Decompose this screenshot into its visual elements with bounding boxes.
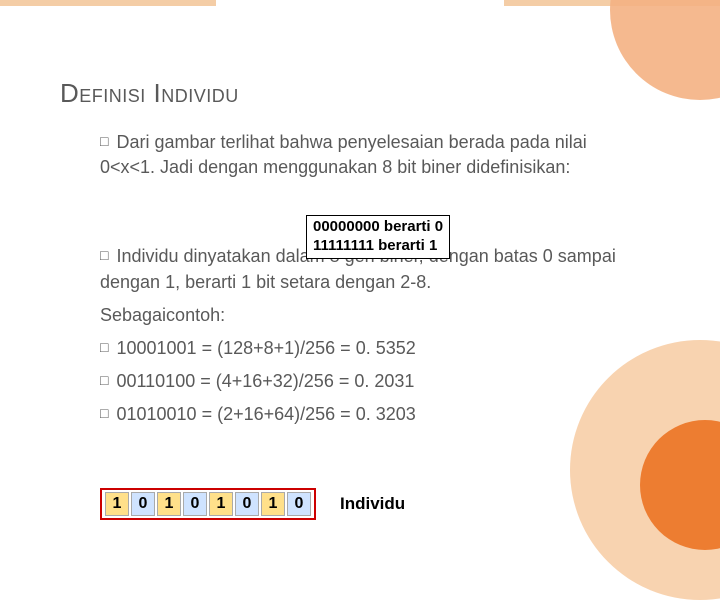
individu-figure: 1 0 1 0 1 0 1 0 Individu [100,488,405,520]
bit-cell: 1 [261,492,285,516]
bit-cell: 1 [209,492,233,516]
bit-cell: 0 [235,492,259,516]
paragraph-1: Dari gambar terlihat bahwa penyelesaian … [100,130,630,180]
berarti-line-2: 11111111 berarti 1 [313,237,443,256]
bit-cell: 0 [183,492,207,516]
bit-cell: 1 [157,492,181,516]
para1-rest: gambar terlihat bahwa penyelesaian berad… [100,132,587,177]
bit-cell: 0 [287,492,311,516]
berarti-line-1: 00000000 berarti 0 [313,218,443,237]
bit-cell: 1 [105,492,129,516]
binary-meaning-box: 00000000 berarti 0 11111111 berarti 1 [306,215,450,259]
ex1-lead: 10001001 [116,338,196,358]
para1-lead: Dari [116,132,149,152]
ex2-rest: = (4+16+32)/256 = 0. 2031 [195,371,414,391]
example-2: 00110100 = (4+16+32)/256 = 0. 2031 [100,369,630,394]
bullet-text: 01010010 = (2+16+64)/256 = 0. 3203 [100,402,630,427]
decor-bar [216,0,504,6]
ex3-rest: = (2+16+64)/256 = 0. 3203 [197,404,416,424]
para2-lead: Individu [116,246,178,266]
slide-body: Dari gambar terlihat bahwa penyelesaian … [100,130,630,436]
example-1: 10001001 = (128+8+1)/256 = 0. 5352 [100,336,630,361]
bit-cell: 0 [131,492,155,516]
bit-row: 1 0 1 0 1 0 1 0 [100,488,316,520]
ex1-rest: = (128+8+1)/256 = 0. 5352 [197,338,416,358]
bullet-text: 10001001 = (128+8+1)/256 = 0. 5352 [100,336,630,361]
example-3: 01010010 = (2+16+64)/256 = 0. 3203 [100,402,630,427]
bullet-text: Dari gambar terlihat bahwa penyelesaian … [100,130,630,180]
ex2-lead: 00110100 [116,371,195,391]
decor-circle [610,0,720,100]
individu-label: Individu [340,494,405,514]
decor-bar [0,0,216,6]
contoh-label: Sebagaicontoh: [100,303,630,328]
bullet-text: 00110100 = (4+16+32)/256 = 0. 2031 [100,369,630,394]
slide-title: Definisi Individu [60,78,239,109]
ex3-lead: 01010010 [116,404,196,424]
slide: Definisi Individu Dari gambar terlihat b… [0,0,720,540]
